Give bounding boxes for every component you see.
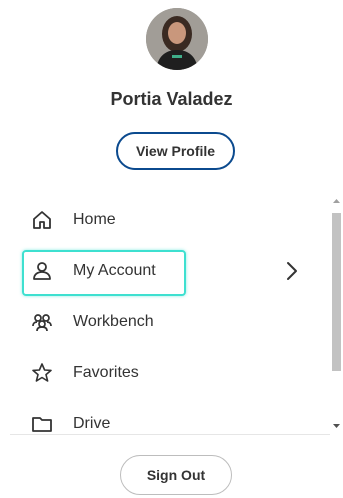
star-icon xyxy=(32,363,52,382)
navigation-menu: Home My Account Workbench Favorites Driv… xyxy=(0,196,330,434)
user-icon xyxy=(33,262,51,280)
folder-icon xyxy=(32,417,52,432)
scrollbar-thumb[interactable] xyxy=(332,213,341,371)
users-group-icon xyxy=(32,314,52,332)
avatar[interactable] xyxy=(146,8,208,70)
menu-item-workbench[interactable]: Workbench xyxy=(0,298,330,348)
menu-item-drive[interactable]: Drive xyxy=(0,400,330,434)
user-name: Portia Valadez xyxy=(110,89,233,109)
menu-item-home[interactable]: Home xyxy=(0,196,330,246)
menu-item-label: Workbench xyxy=(73,313,154,330)
chevron-right-icon[interactable] xyxy=(280,259,304,283)
scroll-down-arrow-icon[interactable] xyxy=(333,423,340,429)
menu-item-favorites[interactable]: Favorites xyxy=(0,349,330,399)
sign-out-button[interactable]: Sign Out xyxy=(120,455,232,495)
avatar-image xyxy=(146,8,208,70)
home-icon xyxy=(33,211,51,229)
menu-item-label: Home xyxy=(73,211,116,228)
menu-item-label: Favorites xyxy=(73,364,139,381)
menu-item-label: My Account xyxy=(73,262,156,279)
footer-divider xyxy=(10,434,330,435)
view-profile-button[interactable]: View Profile xyxy=(116,132,235,170)
menu-item-label: Drive xyxy=(73,415,111,432)
menu-item-my-account[interactable]: My Account xyxy=(0,247,330,297)
profile-header: Portia Valadez View Profile xyxy=(0,0,343,190)
scroll-up-arrow-icon[interactable] xyxy=(333,198,340,204)
menu-scrollbar[interactable] xyxy=(330,196,343,434)
